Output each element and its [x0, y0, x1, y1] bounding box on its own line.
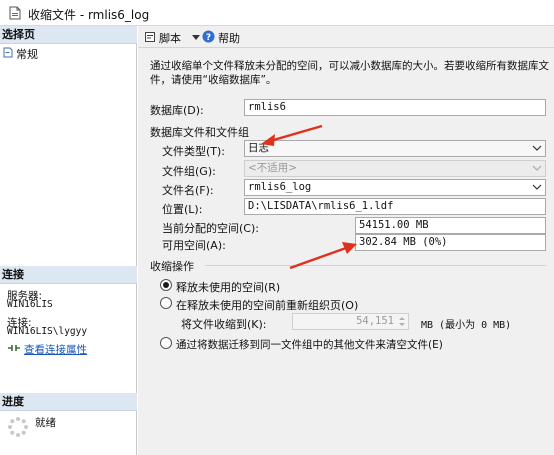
filegroup-value: <不适用>	[248, 162, 298, 174]
radio-reorganize[interactable]	[160, 297, 172, 309]
chevron-down-icon	[532, 184, 542, 190]
filename-value: rmlis6_log	[248, 181, 312, 193]
connection-value: WIN16LIS\lygyy	[7, 326, 88, 337]
page-icon	[3, 47, 13, 58]
shrink-to-value: 54,151	[356, 315, 394, 327]
available-space-label: 可用空间(A):	[162, 239, 226, 252]
title-bar: 收缩文件 - rmlis6_log	[0, 0, 554, 26]
filename-label: 文件名(F):	[162, 184, 214, 197]
allocated-space-label: 当前分配的空间(C):	[162, 222, 259, 235]
group-divider	[205, 265, 546, 266]
filegroup-label: 文件组(G):	[162, 165, 216, 178]
page-item-general[interactable]: 常规	[3, 46, 133, 61]
chevron-down-icon	[192, 35, 200, 40]
option-release-unused-label: 释放未使用的空间(R)	[176, 281, 281, 294]
select-page-header: 选择页	[0, 26, 137, 44]
files-group-header: 数据库文件和文件组	[150, 126, 249, 139]
filegroup-select: <不适用>	[244, 160, 546, 177]
option-empty-file[interactable]: 通过将数据迁移到同一文件组中的其他文件来清空文件(E)	[160, 337, 450, 351]
help-icon: ?	[202, 30, 215, 43]
app-icon	[9, 6, 21, 20]
help-button[interactable]: ? 帮助	[202, 29, 250, 45]
page-item-label: 常规	[16, 48, 38, 61]
spin-arrows-icon	[399, 317, 405, 326]
option-reorganize[interactable]: 在释放未使用的空间前重新组织页(O)	[160, 297, 420, 312]
option-empty-file-label: 通过将数据迁移到同一文件组中的其他文件来清空文件(E)	[176, 339, 443, 351]
radio-empty-file[interactable]	[160, 337, 172, 349]
shrink-to-unit: MB (最小为 0 MB)	[421, 320, 512, 331]
available-space-field: 302.84 MB (0%)	[355, 234, 546, 251]
description-line-2: 件，请使用“收缩数据库”。	[150, 74, 277, 86]
script-label: 脚本	[159, 32, 181, 45]
connection-header: 连接	[0, 266, 137, 284]
file-type-select[interactable]: 日志	[244, 140, 546, 157]
location-label: 位置(L):	[162, 203, 203, 216]
progress-spinner-icon	[8, 417, 28, 437]
script-button[interactable]: 脚本	[144, 29, 202, 45]
connection-properties-icon	[8, 345, 20, 351]
window-title: 收缩文件 - rmlis6_log	[28, 8, 150, 22]
description-line-1: 通过收缩单个文件释放未分配的空间，可以减小数据库的大小。若要收缩所有数据库文	[150, 60, 549, 72]
shrink-to-label: 将文件收缩到(K):	[181, 318, 267, 331]
option-reorganize-label: 在释放未使用的空间前重新组织页(O)	[176, 299, 359, 312]
chevron-down-icon	[532, 145, 542, 151]
server-value: WIN16LIS	[7, 299, 53, 310]
svg-text:?: ?	[206, 33, 211, 43]
chevron-down-icon	[532, 165, 542, 171]
database-field[interactable]: rmlis6	[244, 99, 546, 116]
database-label: 数据库(D):	[150, 104, 204, 117]
file-type-value: 日志	[248, 142, 269, 154]
location-field[interactable]: D:\LISDATA\rmlis6_1.ldf	[244, 198, 546, 215]
file-type-label: 文件类型(T):	[162, 145, 226, 158]
view-connection-properties-link[interactable]: 查看连接属性	[24, 342, 87, 357]
shrink-to-field: 54,151	[292, 313, 409, 330]
progress-status: 就绪	[35, 417, 56, 429]
shrink-action-header: 收缩操作	[150, 260, 194, 273]
allocated-space-field: 54151.00 MB	[355, 217, 546, 234]
help-label: 帮助	[218, 32, 240, 45]
option-release-unused[interactable]: 释放未使用的空间(R)	[160, 279, 360, 294]
script-icon	[145, 32, 155, 42]
toolbar: 脚本 ? 帮助	[138, 26, 554, 48]
filename-select[interactable]: rmlis6_log	[244, 179, 546, 196]
left-panel: 选择页 常规 连接 服务器: WIN16LIS 连接: WIN16LIS\lyg…	[0, 26, 137, 455]
radio-release-unused[interactable]	[160, 279, 172, 291]
progress-header: 进度	[0, 393, 137, 411]
